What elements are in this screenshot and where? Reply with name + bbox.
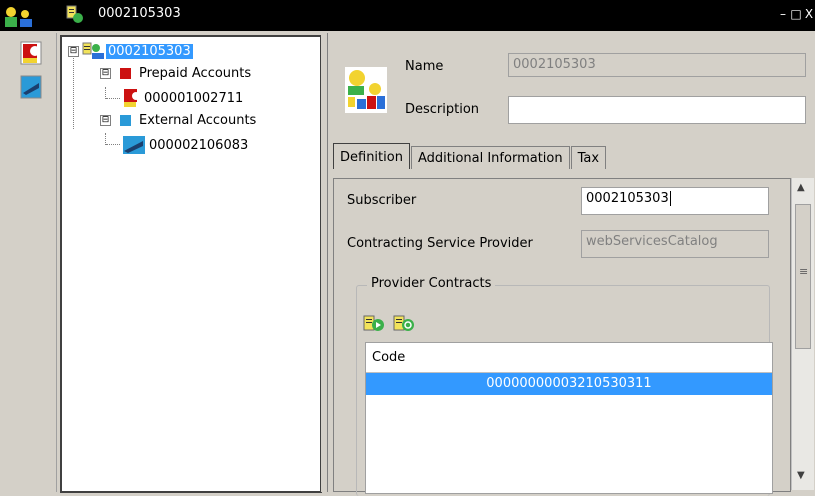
subscriber-large-icon — [345, 67, 387, 113]
collapse-icon[interactable]: ⊟ — [68, 45, 79, 57]
text-cursor — [669, 191, 671, 206]
prepaid-folder-icon — [120, 68, 131, 79]
tab-tax[interactable]: Tax — [570, 146, 607, 169]
description-label: Description — [405, 102, 480, 117]
external-folder-icon — [120, 115, 131, 126]
tab-additional-information[interactable]: Additional Information — [410, 146, 570, 169]
tree-line — [106, 98, 120, 99]
minimize-button[interactable]: – — [777, 6, 789, 22]
scroll-grip-icon: ≡ — [799, 265, 809, 278]
subscriber-app-icon — [5, 7, 32, 27]
scroll-thumb[interactable]: ≡ — [795, 204, 811, 349]
subscriber-value: 0002105303 — [586, 191, 669, 206]
subscriber-field[interactable]: 0002105303 — [581, 187, 769, 215]
tree-node-prepaid-accounts[interactable]: ⊟ Prepaid Accounts — [100, 66, 251, 81]
prepaid-account-icon — [124, 89, 140, 107]
restore-button[interactable]: □ — [790, 6, 802, 22]
tree-label-prepaid-accounts: Prepaid Accounts — [139, 66, 252, 81]
tab-bar: Definition Additional Information Tax — [333, 143, 607, 169]
refresh-contract-icon[interactable] — [393, 314, 415, 334]
scroll-down-icon[interactable]: ▼ — [797, 470, 805, 481]
add-contract-icon[interactable] — [363, 314, 385, 334]
window-controls: – □ X — [777, 6, 815, 22]
scroll-up-icon[interactable]: ▲ — [797, 182, 805, 193]
title-bar: 0002105303 – □ X — [0, 0, 815, 31]
tree-line — [73, 53, 74, 129]
name-label: Name — [405, 59, 444, 74]
document-icon — [66, 5, 83, 23]
tree-node-prepaid-account[interactable]: 000001002711 — [122, 88, 243, 108]
details-panel: Name 0002105303 Description Definition A… — [327, 33, 815, 496]
collapse-icon[interactable]: ⊟ — [100, 68, 111, 79]
description-field[interactable] — [508, 96, 806, 124]
collapse-icon[interactable]: ⊟ — [100, 115, 111, 126]
tree-root-node[interactable]: ⊟ 0002105303 — [68, 42, 193, 60]
tree-label-external-accounts: External Accounts — [139, 113, 257, 128]
definition-tab-panel: Subscriber 0002105303 Contracting Servic… — [333, 178, 791, 496]
close-button[interactable]: X — [803, 6, 815, 22]
name-field[interactable]: 0002105303 — [508, 53, 806, 77]
tree-node-external-accounts[interactable]: ⊟ External Accounts — [100, 113, 256, 128]
tree-node-external-account[interactable]: 000002106083 — [122, 135, 248, 155]
account-tree: ⊟ 0002105303 ⊟ Prepaid Accounts 00000100… — [60, 35, 322, 493]
left-toolbar — [0, 33, 57, 492]
provider-contracts-table: Code 00000000003210530311 — [365, 342, 773, 494]
tree-label-external-account: 000002106083 — [149, 137, 249, 153]
provider-contracts-group: Provider Contracts Code 0000000000321053… — [356, 276, 773, 496]
external-account-icon[interactable] — [20, 75, 42, 99]
external-account-icon — [123, 136, 145, 154]
tree-line — [106, 144, 120, 145]
contracting-service-provider-label: Contracting Service Provider — [347, 236, 533, 251]
table-row[interactable]: 00000000003210530311 — [366, 373, 772, 395]
subscriber-icon — [82, 42, 104, 59]
tree-label-prepaid-account: 000001002711 — [144, 90, 244, 106]
provider-contracts-title: Provider Contracts — [367, 276, 496, 291]
prepaid-account-icon[interactable] — [20, 41, 42, 65]
contracting-service-provider-field[interactable]: webServicesCatalog — [581, 230, 769, 258]
tab-definition[interactable]: Definition — [333, 143, 410, 169]
window-title: 0002105303 — [98, 6, 181, 21]
subscriber-label: Subscriber — [347, 193, 417, 208]
column-header-code[interactable]: Code — [366, 343, 772, 373]
tree-root-label: 0002105303 — [106, 43, 193, 59]
vertical-scrollbar[interactable]: ▲ ≡ ▼ — [791, 178, 814, 490]
panel-splitter[interactable] — [321, 33, 326, 492]
